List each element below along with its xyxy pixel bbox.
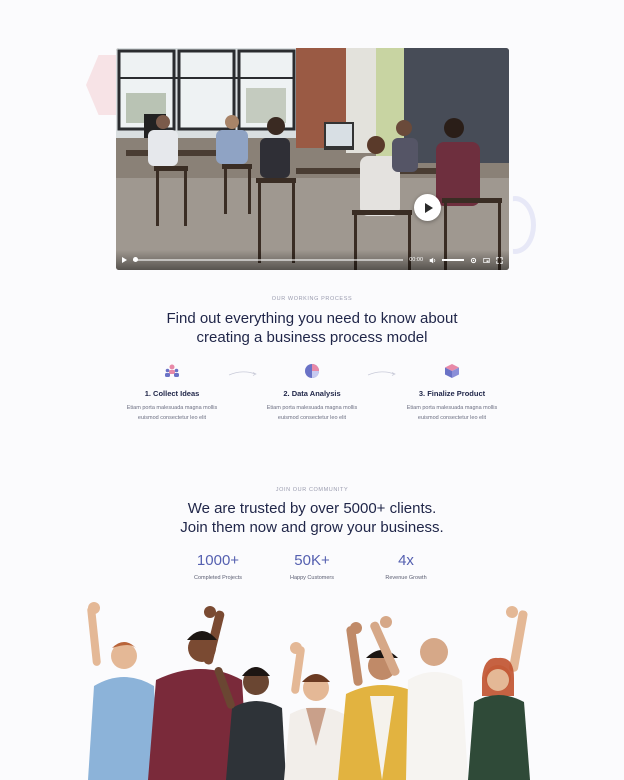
community-eyebrow: JOIN OUR COMMUNITY: [275, 487, 349, 493]
settings-gear-icon[interactable]: [470, 257, 477, 264]
volume-slider[interactable]: [442, 259, 464, 261]
fullscreen-icon[interactable]: [496, 256, 503, 264]
stat-label: Happy Customers: [289, 575, 335, 581]
pie-chart-icon: [305, 364, 319, 378]
community-heading: We are trusted by over 5000+ clients. Jo…: [0, 499, 624, 537]
box-icon: [445, 364, 459, 378]
step-description-line2: euismod consectetur leo elit: [417, 415, 487, 421]
step-description: Etiam porta malesuada magna mollis euism…: [392, 403, 512, 423]
step-description-line1: Etiam porta malesuada magna mollis: [126, 405, 218, 411]
volume-icon[interactable]: [429, 257, 436, 264]
control-play-icon[interactable]: [122, 257, 127, 263]
step-description-line2: euismod consectetur leo elit: [277, 415, 347, 421]
stat-value: 1000+: [196, 552, 240, 569]
stat-value: 4x: [398, 552, 414, 569]
stat-revenue-growth: 4x Revenue Growth: [361, 552, 451, 581]
step-title: 2. Data Analysis: [283, 389, 341, 398]
process-step-data-analysis: 2. Data Analysis Etiam porta malesuada m…: [252, 363, 372, 423]
video-thumbnail: [116, 48, 509, 270]
seek-handle[interactable]: [133, 257, 138, 262]
step-title: 3. Finalize Product: [418, 389, 486, 398]
seek-bar[interactable]: [133, 257, 404, 262]
step-description: Etiam porta malesuada magna mollis euism…: [252, 403, 372, 423]
process-heading-line2: creating a business process model: [196, 329, 428, 346]
step-description-line1: Etiam porta malesuada magna mollis: [406, 405, 498, 411]
stat-value: 50K+: [294, 552, 330, 569]
process-step-collect-ideas: 1. Collect Ideas Etiam porta malesuada m…: [112, 363, 232, 423]
people-icon: [165, 364, 179, 377]
step-description-line2: euismod consectetur leo elit: [137, 415, 207, 421]
community-heading-line2: Join them now and grow your business.: [180, 519, 444, 536]
play-button[interactable]: [414, 194, 441, 221]
video-time: 00:00: [409, 257, 423, 263]
video-controls: 00:00: [116, 250, 509, 270]
video-player[interactable]: 00:00: [116, 48, 509, 270]
step-description-line1: Etiam porta malesuada magna mollis: [266, 405, 358, 411]
stat-label: Completed Projects: [194, 575, 242, 581]
stat-completed-projects: 1000+ Completed Projects: [173, 552, 263, 581]
process-heading-line1: Find out everything you need to know abo…: [166, 310, 458, 327]
pip-icon[interactable]: [483, 257, 490, 264]
process-step-finalize-product: 3. Finalize Product Etiam porta malesuad…: [392, 363, 512, 423]
process-heading: Find out everything you need to know abo…: [0, 309, 624, 347]
step-description: Etiam porta malesuada magna mollis euism…: [112, 403, 232, 423]
process-eyebrow: OUR WORKING PROCESS: [271, 296, 353, 302]
play-icon: [424, 202, 433, 213]
team-photo: [87, 602, 530, 780]
stat-label: Revenue Growth: [385, 575, 427, 581]
community-heading-line1: We are trusted by over 5000+ clients.: [187, 500, 437, 517]
step-title: 1. Collect Ideas: [144, 389, 200, 398]
stat-happy-customers: 50K+ Happy Customers: [267, 552, 357, 581]
